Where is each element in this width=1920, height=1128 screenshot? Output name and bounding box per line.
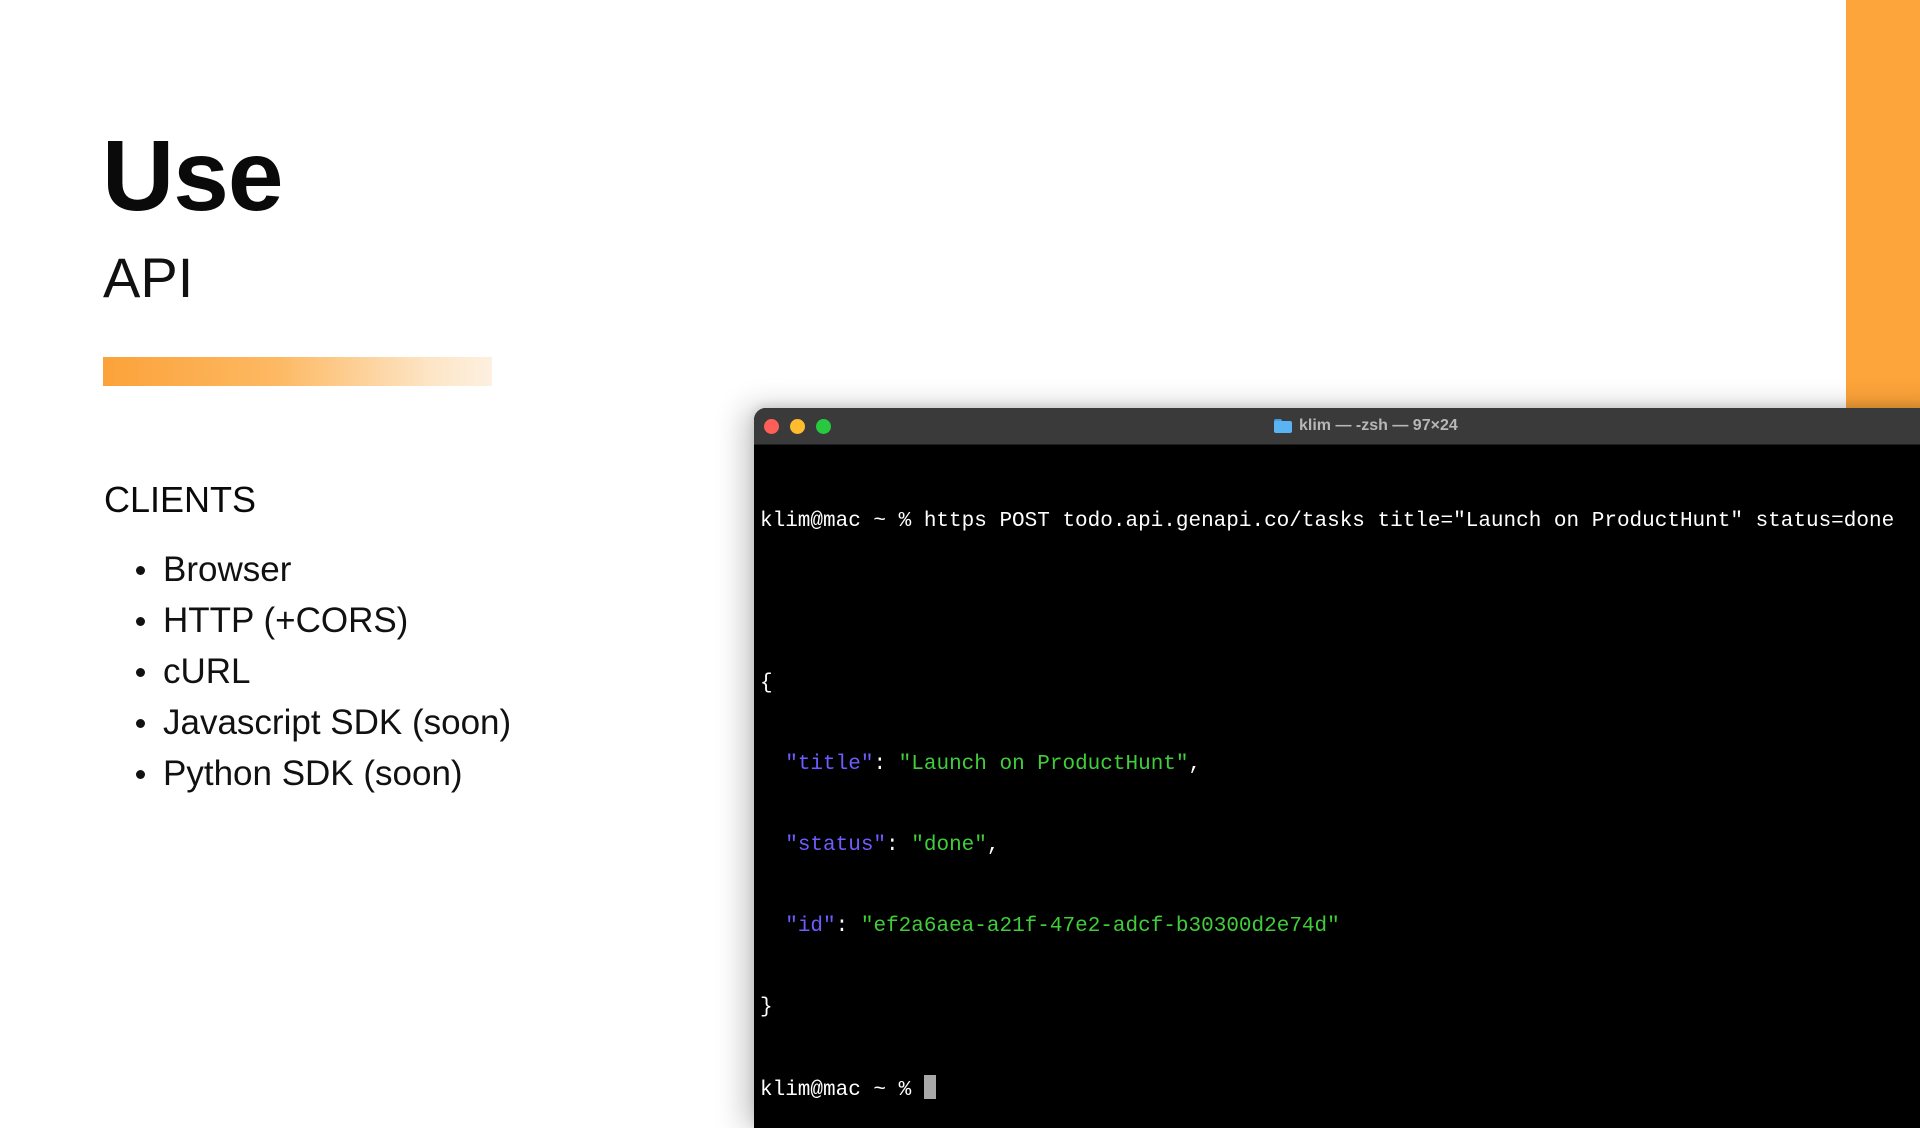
bullet-icon	[136, 668, 145, 677]
terminal-output[interactable]: klim@mac ~ % https POST todo.api.genapi.…	[754, 445, 1920, 1128]
json-key: "id"	[785, 915, 836, 938]
shell-prompt: klim@mac ~ %	[760, 510, 924, 533]
text-cursor	[923, 1075, 936, 1099]
json-value: "ef2a6aea-a21f-47e2-adcf-b30300d2e74d"	[860, 915, 1340, 938]
slide-subtitle: API	[103, 246, 194, 309]
bullet-icon	[136, 770, 145, 779]
active-prompt-line[interactable]: klim@mac ~ %	[760, 1075, 1920, 1102]
terminal-titlebar[interactable]: klim — -zsh — 97×24	[754, 408, 1920, 445]
terminal-title-text: klim — -zsh — 97×24	[1299, 417, 1458, 434]
json-open-brace: {	[760, 672, 773, 695]
bullet-icon	[136, 566, 145, 575]
list-item-label: Browser	[163, 550, 292, 589]
terminal-window[interactable]: klim — -zsh — 97×24 klim@mac ~ % https P…	[754, 408, 1920, 1128]
gradient-divider	[103, 357, 492, 386]
list-item: HTTP (+CORS)	[105, 595, 511, 646]
list-item: Python SDK (soon)	[105, 748, 511, 799]
bullet-icon	[136, 617, 145, 626]
clients-heading: CLIENTS	[104, 479, 257, 520]
minimize-window-button[interactable]	[790, 419, 805, 434]
list-item-label: Python SDK (soon)	[163, 754, 463, 793]
json-field: "id": "ef2a6aea-a21f-47e2-adcf-b30300d2e…	[785, 915, 1340, 938]
json-value: "Launch on ProductHunt"	[898, 753, 1189, 776]
list-item: Browser	[105, 544, 511, 595]
json-key: "status"	[785, 834, 887, 857]
maximize-window-button[interactable]	[816, 419, 831, 434]
list-item: Javascript SDK (soon)	[105, 697, 511, 748]
list-item-label: Javascript SDK (soon)	[163, 703, 512, 742]
json-field: "status": "done",	[785, 834, 1000, 857]
list-item-label: cURL	[163, 652, 251, 691]
clients-list: Browser HTTP (+CORS) cURL Javascript SDK…	[105, 544, 511, 799]
folder-icon	[1274, 419, 1292, 433]
command-line: klim@mac ~ % https POST todo.api.genapi.…	[760, 508, 1920, 535]
list-item: cURL	[105, 646, 511, 697]
list-item-label: HTTP (+CORS)	[163, 601, 409, 640]
json-key: "title"	[785, 753, 874, 776]
close-window-button[interactable]	[764, 419, 779, 434]
shell-command: https POST todo.api.genapi.co/tasks titl…	[923, 510, 1895, 533]
slide-title: Use	[102, 120, 283, 232]
bullet-icon	[136, 719, 145, 728]
terminal-title: klim — -zsh — 97×24	[1274, 408, 1458, 444]
shell-prompt: klim@mac ~ %	[760, 1079, 924, 1102]
json-value: "done"	[911, 834, 987, 857]
json-close-brace: }	[760, 996, 773, 1019]
json-field: "title": "Launch on ProductHunt",	[785, 753, 1202, 776]
accent-bar	[1846, 0, 1920, 420]
